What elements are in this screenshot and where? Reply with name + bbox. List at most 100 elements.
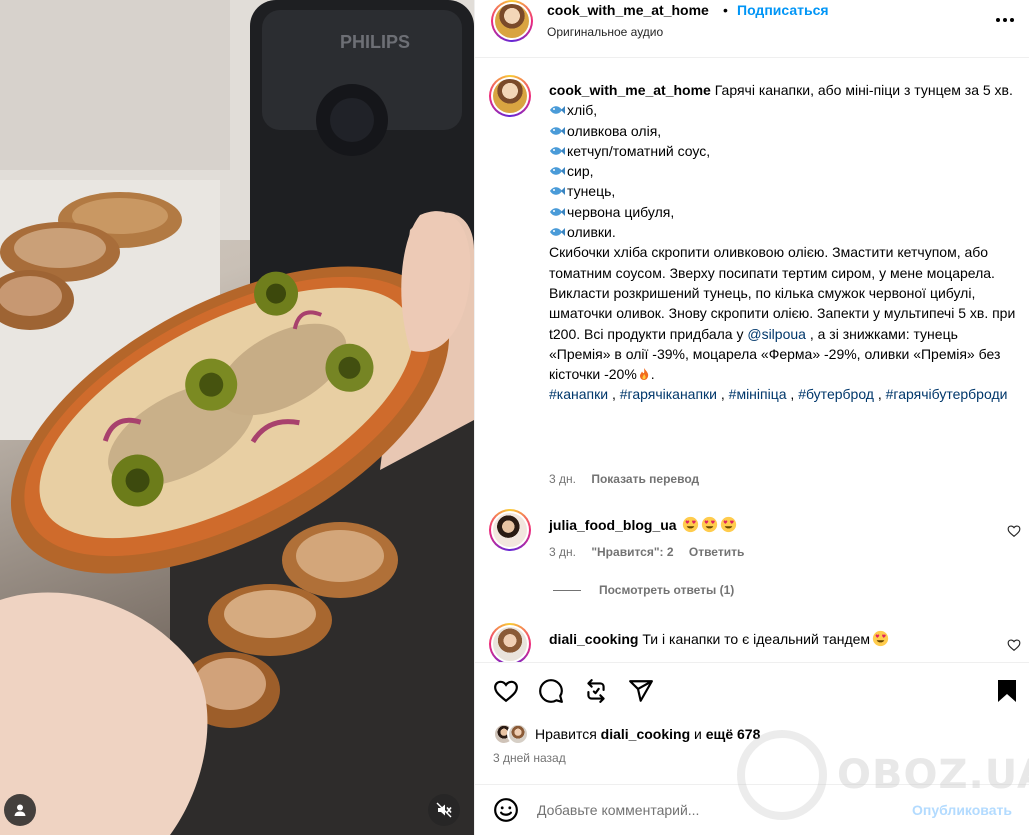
hashtag-separator: , [608,386,620,403]
ingredient-item: сир, [549,161,1019,181]
post-actions: Нравится diali_cooking и ещё 678 3 дней … [475,662,1029,784]
repost-icon [587,679,605,703]
heart-eyes-emoji-icon [702,516,718,533]
likes-prefix: Нравится [535,726,597,742]
ingredient-label: червона цибуля, [567,203,675,220]
ingredient-label: оливки. [567,224,616,241]
hashtag-separator: , [786,386,799,403]
ingredient-item: тунець, [549,181,1019,201]
ingredient-item: оливки. [549,222,1019,242]
hashtag-separator: , [873,386,886,403]
ingredient-label: сир, [567,163,594,180]
comment-item: julia_food_blog_ua [549,516,737,533]
author-username[interactable]: cook_with_me_at_home [547,2,709,18]
likes-text: Нравится diali_cooking и ещё 678 [535,726,760,742]
fish-emoji-icon [550,167,565,176]
post-header: cook_with_me_at_home • Подписаться Ориги… [475,0,1029,58]
fish-emoji-icon [550,187,565,196]
hashtag-link[interactable]: #гарячіканапки [620,386,717,402]
translate-button[interactable]: Показать перевод [591,472,699,486]
comment-icon [539,679,563,703]
ingredient-item: оливкова олія, [549,121,1019,141]
comment-like-heart-icon[interactable] [1007,524,1021,538]
likes-and: и [694,726,702,742]
comment-username[interactable]: diali_cooking [549,631,638,647]
comment-likes[interactable]: "Нравится": 2 [591,545,673,559]
likes-summary[interactable]: Нравится diali_cooking и ещё 678 [493,721,760,747]
view-replies-button[interactable]: Посмотреть ответы (1) [553,583,734,597]
comment-text: Ти і канапки то є ідеальний тандем [642,631,871,647]
comment-emojis [680,516,737,533]
mute-button[interactable] [428,794,460,826]
tagged-users-button[interactable] [4,794,36,826]
follow-button[interactable]: Подписаться [737,2,829,18]
ingredient-item: кетчуп/томатний соус, [549,141,1019,161]
fire-emoji-icon [639,368,648,381]
comment-input[interactable] [537,799,897,821]
share-icon [629,680,653,702]
post-time[interactable]: 3 дней назад [493,751,566,765]
ingredient-item: червона цибуля, [549,202,1019,222]
caption-title: Гарячі канапки, або міні-піци з тунцем з… [714,82,1013,98]
heart-eyes-emoji-icon [683,516,699,533]
post-side-panel: cook_with_me_at_home • Подписаться Ориги… [474,0,1029,835]
caption-author-avatar[interactable] [489,75,531,117]
publish-button[interactable]: Опубликовать [912,802,1012,818]
heart-eyes-emoji-icon [721,516,737,533]
fish-emoji-icon [550,126,565,135]
emoji-picker-icon[interactable] [493,797,519,823]
brand-logo: PHILIPS [340,32,410,52]
caption-time[interactable]: 3 дн. [549,472,576,486]
ingredient-item: хліб, [549,100,1019,120]
more-horizontal-icon [996,18,1014,22]
caption-username[interactable]: cook_with_me_at_home [549,82,711,98]
view-replies-label: Посмотреть ответы (1) [599,583,735,597]
hashtags-list: #канапки , #гарячіканапки , #мініпіца , … [549,386,1007,402]
comment-item: diali_cooking Ти і канапки то є ідеальни… [549,630,889,647]
caption-meta: 3 дн. Показать перевод [549,472,699,486]
reply-button[interactable]: Ответить [689,545,744,559]
add-comment-bar: Опубликовать [475,784,1029,835]
comment-button[interactable] [537,677,565,705]
repost-button[interactable] [582,677,610,705]
hashtag-link[interactable]: #канапки [549,386,608,402]
likes-more[interactable]: ещё 678 [706,726,761,742]
hashtag-link[interactable]: #гарячібутерброди [886,386,1008,402]
replies-divider [553,589,581,591]
fish-emoji-icon [550,207,565,216]
ingredient-label: кетчуп/томатний соус, [567,142,711,159]
save-button[interactable] [993,677,1021,705]
header-separator: • [723,2,728,18]
liker-avatar [507,723,529,745]
user-icon [14,804,26,816]
caption-body-end: . [650,366,655,383]
likes-user[interactable]: diali_cooking [601,726,690,742]
like-button[interactable] [492,677,520,705]
share-button[interactable] [627,677,655,705]
comment-meta: 3 дн. "Нравится": 2 Ответить [549,545,756,559]
more-options-button[interactable] [993,8,1017,32]
fish-emoji-icon [550,106,565,115]
ingredient-label: оливкова олія, [567,122,662,139]
post-caption: cook_with_me_at_home Гарячі канапки, або… [549,80,1019,405]
heart-eyes-emoji-icon [872,630,889,647]
heart-icon [494,680,518,703]
hashtag-link[interactable]: #мініпіца [729,386,787,402]
comment-avatar[interactable] [489,509,531,551]
ingredient-label: хліб, [567,102,598,119]
comment-like-heart-icon[interactable] [1007,638,1021,652]
speaker-muted-icon [436,802,452,818]
author-avatar[interactable] [491,0,533,42]
fish-emoji-icon [550,228,565,237]
mention-link[interactable]: @silpoua [747,326,806,342]
comment-time[interactable]: 3 дн. [549,545,576,559]
fish-emoji-icon [550,146,565,155]
original-audio-link[interactable]: Оригинальное аудио [547,25,663,39]
hashtag-link[interactable]: #бутерброд [798,386,874,402]
ingredients-list: хліб, оливкова олія, кетчуп/томатний соус,… [549,100,1019,242]
comment-username[interactable]: julia_food_blog_ua [549,517,677,533]
post-media-video[interactable]: PHILIPS [0,0,474,835]
bookmark-icon [998,680,1016,702]
comments-list[interactable]: cook_with_me_at_home Гарячі канапки, або… [475,59,1029,662]
comment-avatar[interactable] [489,623,531,662]
